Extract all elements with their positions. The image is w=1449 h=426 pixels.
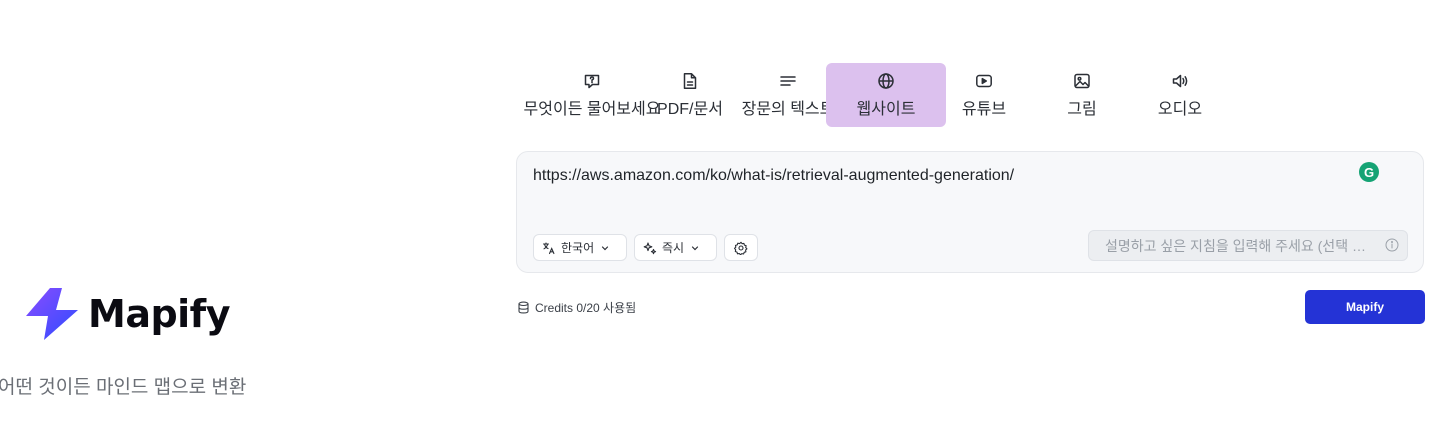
mapify-submit-button[interactable]: Mapify	[1305, 290, 1425, 324]
database-icon	[518, 301, 529, 314]
url-input-card: https://aws.amazon.com/ko/what-is/retrie…	[516, 151, 1424, 273]
tab-audio[interactable]: 오디오	[1120, 63, 1240, 127]
chevron-down-icon	[691, 245, 699, 250]
tagline: 어떤 것이든 마인드 맵으로 변환	[0, 377, 247, 398]
source-tabs: 무엇이든 물어보세요 PDF/문서 장문의 텍스트 웹사이트 유튜브 그림 오디…	[524, 63, 1218, 127]
grammarly-icon[interactable]: G	[1359, 162, 1379, 182]
lightning-logo-icon	[26, 288, 78, 340]
tab-label: 웹사이트	[856, 101, 916, 118]
globe-icon	[878, 73, 894, 89]
text-lines-icon	[780, 76, 796, 86]
gear-icon	[734, 241, 748, 255]
chevron-down-icon	[602, 245, 609, 250]
credits-text: Credits 0/20 사용됨	[535, 301, 637, 315]
tab-label: 그림	[1067, 101, 1097, 118]
language-label: 한국어	[561, 241, 595, 255]
mode-select[interactable]: 즉시	[634, 234, 717, 261]
audio-icon	[1172, 74, 1188, 88]
chat-question-icon	[584, 74, 600, 89]
sparkle-icon	[643, 241, 657, 254]
play-icon	[976, 74, 992, 88]
mode-label: 즉시	[662, 241, 685, 255]
instructions-input[interactable]: 설명하고 싶은 지침을 입력해 주세요 (선택 …	[1088, 230, 1408, 261]
instructions-placeholder: 설명하고 싶은 지침을 입력해 주세요 (선택 …	[1105, 237, 1366, 254]
translate-icon	[542, 241, 555, 254]
tab-label: PDF/문서	[657, 101, 723, 118]
url-input[interactable]: https://aws.amazon.com/ko/what-is/retrie…	[533, 167, 1014, 185]
tab-label: 오디오	[1157, 101, 1203, 118]
brand: Mapify	[24, 287, 231, 341]
settings-button[interactable]	[724, 234, 758, 261]
tab-label: 유튜브	[961, 101, 1007, 118]
document-icon	[683, 73, 697, 89]
brand-name: Mapify	[88, 292, 231, 336]
image-icon	[1074, 73, 1090, 89]
tab-label: 장문의 텍스트	[741, 101, 835, 118]
language-select[interactable]: 한국어	[533, 234, 627, 261]
info-icon	[1385, 238, 1399, 252]
credits-indicator: Credits 0/20 사용됨	[517, 299, 636, 316]
